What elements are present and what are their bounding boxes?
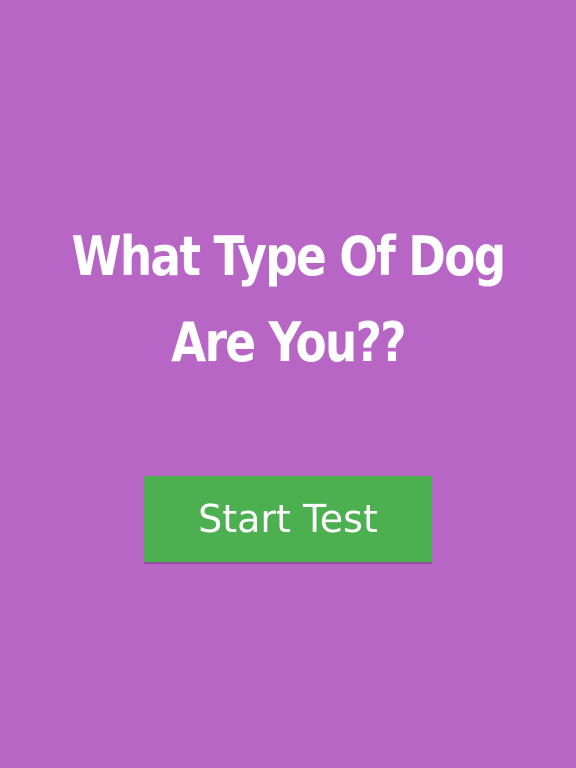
quiz-title-line-2: Are You?? [171,311,406,374]
start-test-button[interactable]: Start Test [144,476,432,562]
quiz-start-screen: What Type Of Dog Are You?? Start Test [0,0,576,768]
quiz-title-line-1: What Type Of Dog [71,225,506,288]
quiz-title: What Type Of Dog Are You?? [0,214,576,386]
